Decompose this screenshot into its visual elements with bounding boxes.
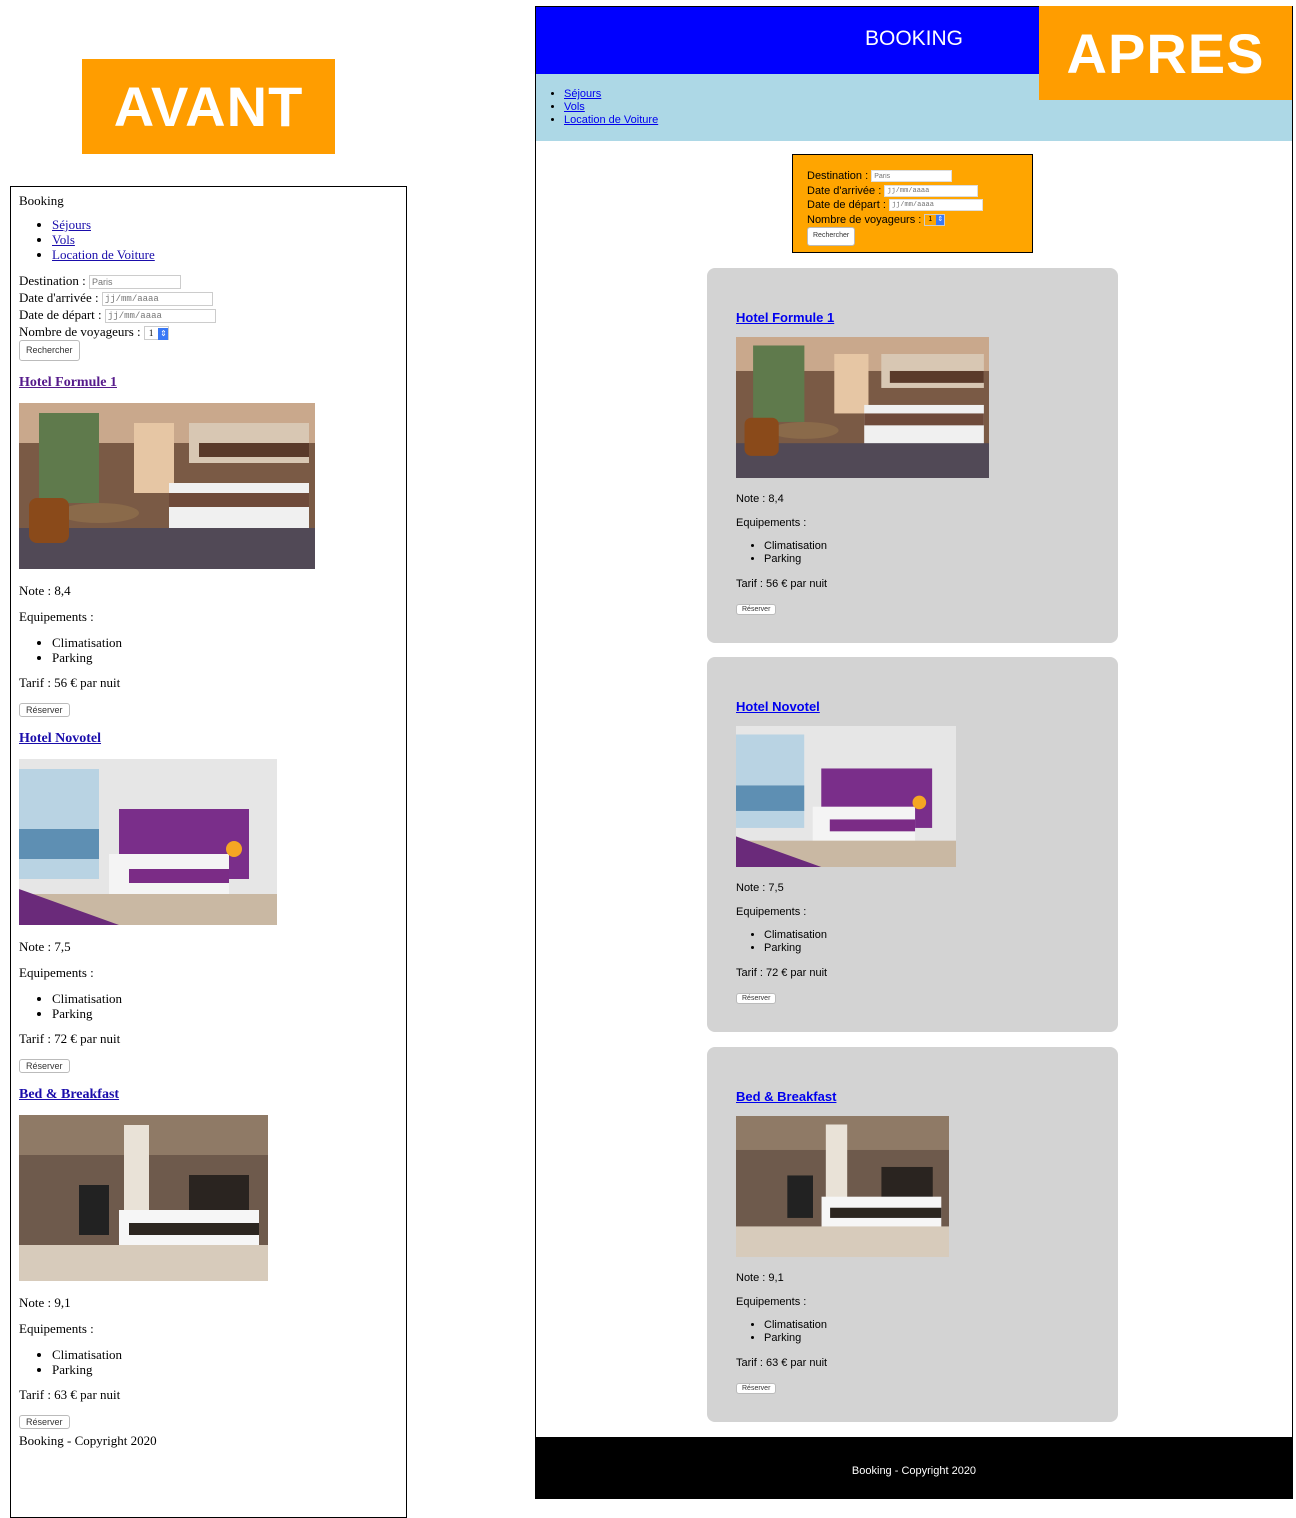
search-form: Destination : Date d'arrivée : Date de d… xyxy=(19,272,399,362)
equipments-list: Climatisation Parking xyxy=(736,1319,827,1345)
before-badge: AVANT xyxy=(82,59,335,154)
hotel-tarif: Tarif : 56 € par nuit xyxy=(736,578,828,590)
hotel-equipments-label: Equipements : xyxy=(736,517,807,529)
equipment-item: Parking xyxy=(52,650,399,665)
hotel-photo xyxy=(736,337,989,478)
departure-date-input[interactable] xyxy=(104,309,216,324)
hotel-note: Note : 9,1 xyxy=(736,1272,784,1284)
select-arrows-icon: ⇕ xyxy=(936,214,945,225)
departure-date-input[interactable] xyxy=(888,199,983,212)
equipment-item: Climatisation xyxy=(52,635,399,650)
hotel-tarif: Tarif : 72 € par nuit xyxy=(736,967,828,979)
hotel-note: Note : 7,5 xyxy=(19,939,71,955)
hotel-listing: Bed & Breakfast Note : 9,1 Equipements :… xyxy=(19,1087,399,1430)
hotel-card: Hotel Novotel Note : 7,5 Equipements : C… xyxy=(707,657,1118,1032)
after-screenshot: BOOKING Séjours Vols Location de Voiture… xyxy=(535,6,1293,1499)
arrival-date-input[interactable] xyxy=(101,292,213,307)
equipments-list: Climatisation Parking xyxy=(736,540,827,566)
hotel-note: Note : 8,4 xyxy=(19,583,71,599)
arrival-label: Date d'arrivée : xyxy=(807,184,882,197)
reserve-button[interactable]: Réserver xyxy=(19,1415,70,1430)
equipment-item: Parking xyxy=(52,1362,399,1377)
equipment-item: Climatisation xyxy=(52,1347,399,1362)
equipment-item: Climatisation xyxy=(764,540,827,553)
hotel-listing: Hotel Novotel Note : 7,5 Equipements : C… xyxy=(19,731,399,1074)
select-arrows-icon: ⇕ xyxy=(158,328,169,341)
hotel-card: Bed & Breakfast Note : 9,1 Equipements :… xyxy=(707,1047,1118,1422)
equipment-item: Parking xyxy=(764,1332,827,1345)
reserve-button[interactable]: Réserver xyxy=(19,1059,70,1074)
equipments-list: Climatisation Parking xyxy=(736,929,827,955)
footer: Booking - Copyright 2020 xyxy=(536,1437,1292,1499)
hotel-listing: Hotel Formule 1 Note : 8,4 Equipements :… xyxy=(19,375,399,718)
nav-link-location-voiture[interactable]: Location de Voiture xyxy=(52,247,155,262)
equipment-item: Climatisation xyxy=(764,929,827,942)
hotel-photo xyxy=(19,759,277,926)
hotel-note: Note : 9,1 xyxy=(19,1295,71,1311)
nav-link-location-voiture[interactable]: Location de Voiture xyxy=(564,114,658,126)
search-button[interactable]: Rechercher xyxy=(807,227,856,246)
equipments-list: Climatisation Parking xyxy=(19,1347,399,1377)
travellers-label: Nombre de voyageurs : xyxy=(19,324,141,340)
destination-input[interactable] xyxy=(871,170,953,183)
after-badge: APRES xyxy=(1039,6,1292,100)
hotel-tarif: Tarif : 56 € par nuit xyxy=(19,675,121,691)
hotel-photo xyxy=(736,726,956,867)
hotel-equipments-label: Equipements : xyxy=(19,965,94,981)
arrival-label: Date d'arrivée : xyxy=(19,290,99,306)
equipment-item: Climatisation xyxy=(52,991,399,1006)
travellers-label: Nombre de voyageurs : xyxy=(807,213,922,226)
hotel-link[interactable]: Bed & Breakfast xyxy=(19,1087,119,1102)
nav-link-sejours[interactable]: Séjours xyxy=(52,217,91,232)
nav-link-vols[interactable]: Vols xyxy=(564,101,585,113)
equipments-list: Climatisation Parking xyxy=(19,991,399,1021)
hotel-photo xyxy=(736,1116,949,1257)
travellers-select[interactable]: 1 ⇕ xyxy=(143,326,170,341)
equipment-item: Parking xyxy=(764,553,827,566)
destination-label: Destination : xyxy=(807,170,869,182)
hotel-tarif: Tarif : 63 € par nuit xyxy=(736,1357,828,1369)
equipment-item: Climatisation xyxy=(764,1319,827,1332)
site-title: Booking xyxy=(19,193,64,208)
hotel-link[interactable]: Bed & Breakfast xyxy=(736,1089,836,1104)
hotel-link[interactable]: Hotel Formule 1 xyxy=(736,310,834,325)
equipment-item: Parking xyxy=(52,1006,399,1021)
nav-link-vols[interactable]: Vols xyxy=(52,232,75,247)
nav-list: Séjours Vols Location de Voiture xyxy=(19,217,399,262)
hotel-tarif: Tarif : 72 € par nuit xyxy=(19,1031,121,1047)
hotel-photo xyxy=(19,403,315,570)
hotel-tarif: Tarif : 63 € par nuit xyxy=(19,1387,121,1403)
hotel-photo xyxy=(19,1115,268,1282)
hotel-link[interactable]: Hotel Novotel xyxy=(19,731,101,746)
reserve-button[interactable]: Réserver xyxy=(736,993,777,1004)
footer: Booking - Copyright 2020 xyxy=(19,1433,157,1449)
departure-label: Date de départ : xyxy=(19,307,102,323)
destination-label: Destination : xyxy=(19,273,86,288)
reserve-button[interactable]: Réserver xyxy=(736,604,777,615)
hotel-equipments-label: Equipements : xyxy=(736,906,807,918)
hotel-link[interactable]: Hotel Novotel xyxy=(736,699,820,714)
destination-input[interactable] xyxy=(89,275,182,290)
hotel-equipments-label: Equipements : xyxy=(736,1296,807,1308)
hotel-equipments-label: Equipements : xyxy=(19,609,94,625)
hotel-equipments-label: Equipements : xyxy=(19,1321,94,1337)
hotel-card: Hotel Formule 1 Note : 8,4 Equipements :… xyxy=(707,268,1118,643)
reserve-button[interactable]: Réserver xyxy=(19,703,70,718)
before-screenshot: Booking Séjours Vols Location de Voiture… xyxy=(10,186,407,1518)
travellers-select[interactable]: 1 ⇕ xyxy=(924,213,946,226)
reserve-button[interactable]: Réserver xyxy=(736,1383,777,1394)
nav-link-sejours[interactable]: Séjours xyxy=(564,88,601,100)
search-button[interactable]: Rechercher xyxy=(19,340,80,362)
equipment-item: Parking xyxy=(764,942,827,955)
hotel-link[interactable]: Hotel Formule 1 xyxy=(19,375,117,390)
arrival-date-input[interactable] xyxy=(884,184,979,197)
equipments-list: Climatisation Parking xyxy=(19,635,399,665)
hotel-note: Note : 7,5 xyxy=(736,882,784,894)
hotel-note: Note : 8,4 xyxy=(736,493,784,505)
search-form: Destination : Date d'arrivée : Date de d… xyxy=(792,154,1033,253)
departure-label: Date de départ : xyxy=(807,199,886,211)
